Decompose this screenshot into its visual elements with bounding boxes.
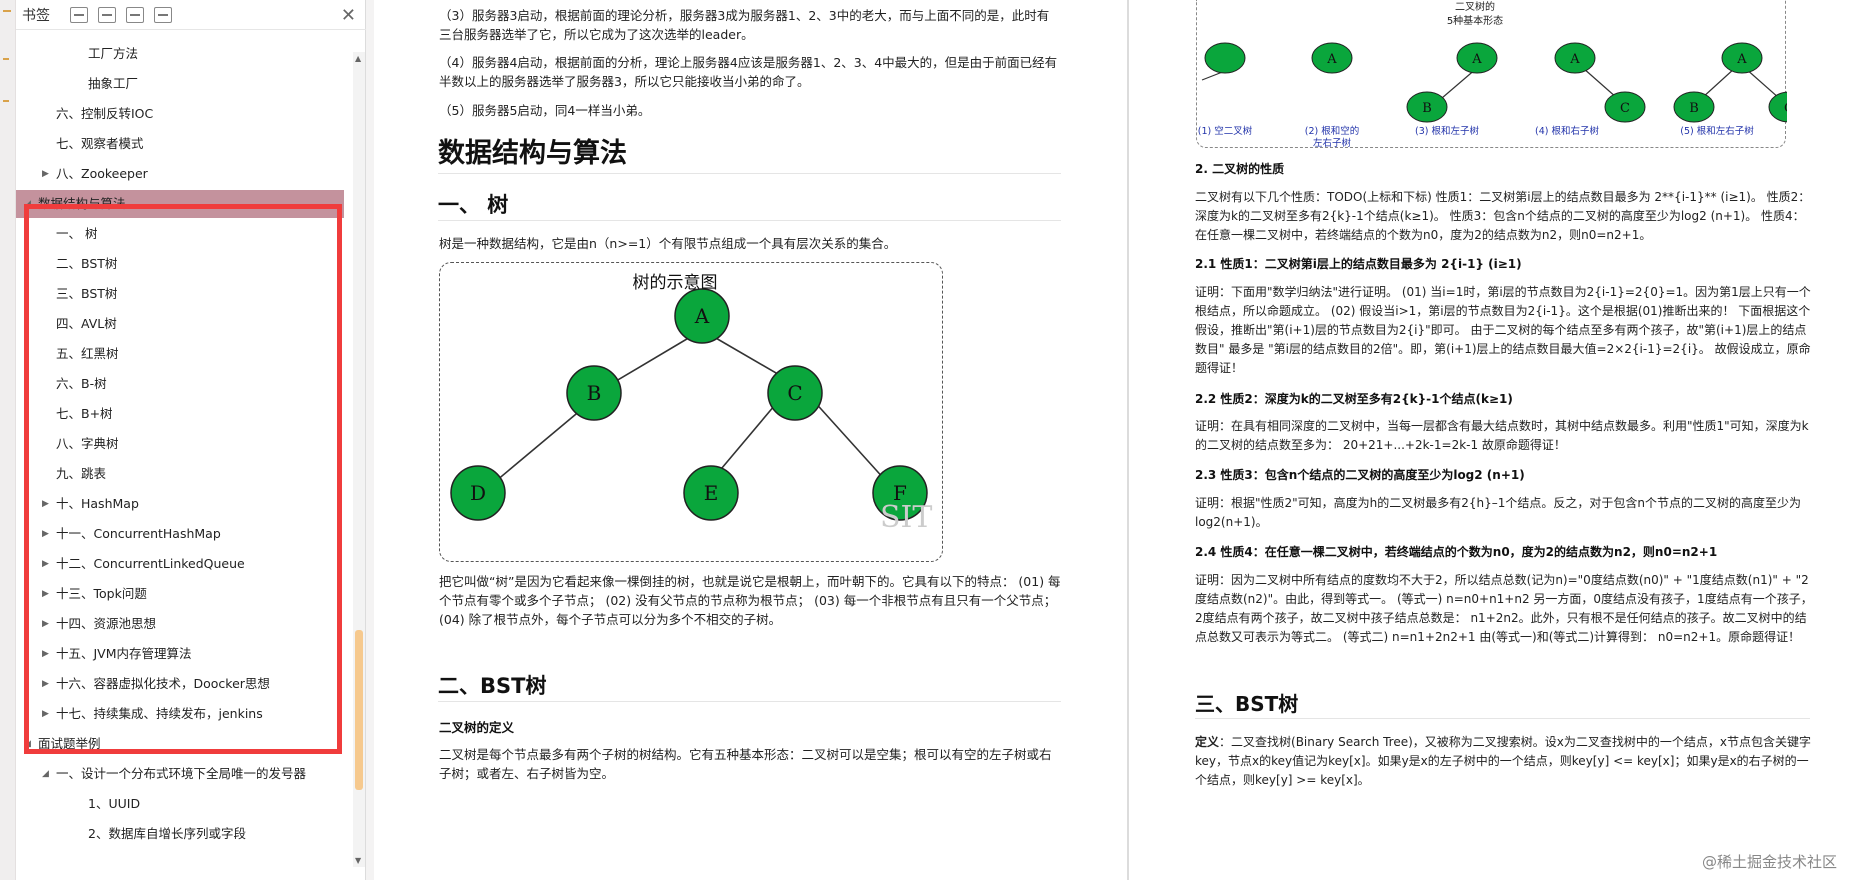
bookmark-label: 2、数据库自增长序列或字段: [88, 826, 246, 841]
strip-mark: [3, 10, 11, 12]
form-caption: 左右子树: [1313, 137, 1352, 148]
paragraph-server4: （4）服务器4启动，根据前面的分析，理论上服务器4应该是服务器1、2、3、4中最…: [439, 55, 1058, 89]
figure-watermark: SIT: [880, 500, 932, 535]
bookmark-item[interactable]: 2、数据库自增长序列或字段: [16, 820, 344, 848]
collapse-all-icon[interactable]: [70, 6, 88, 23]
bst-definition-label: 定义: [1195, 735, 1220, 749]
paragraph-tree-description: 把它叫做“树”是因为它看起来像一棵倒挂的树，也就是说它是根朝上，而叶朝下的。它具…: [439, 574, 1061, 627]
bookmark-label: 工厂方法: [88, 46, 139, 61]
paragraph-bst-definition: 定义：二叉查找树(Binary Search Tree)，又被称为二叉搜索树。设…: [1195, 733, 1813, 790]
panel-header: 书签 ✕: [16, 0, 366, 30]
tree-node-label: A: [1736, 52, 1747, 67]
tree-node-label: A: [1569, 52, 1580, 67]
bookmark-label: 1、UUID: [88, 796, 141, 811]
bookmark-options-icon[interactable]: [154, 6, 172, 23]
paragraph-tree-definition: 树是一种数据结构，它是由n（n>=1）个有限节点组成一个具有层次关系的集合。: [439, 236, 897, 251]
paragraph-property-3: 证明：根据"性质2"可知，高度为h的二叉树最多有2{h}–1个结点。反之，对于包…: [1195, 496, 1802, 529]
heading-bst: 二、BST树: [438, 674, 547, 698]
tree-node-label: A: [1471, 52, 1482, 67]
bookmark-item[interactable]: 1、UUID: [16, 790, 344, 818]
tree-edge: [1701, 67, 1736, 99]
bookmark-label: 七、观察者模式: [56, 136, 144, 151]
site-watermark: @稀土掘金技术社区: [1701, 853, 1837, 871]
bookmark-label: 六、控制反转IOC: [56, 106, 154, 121]
strip-mark: [3, 58, 9, 60]
tree-node: [1204, 42, 1246, 74]
highlight-box: [24, 204, 342, 754]
forms-title-line2: 5种基本形态: [1447, 14, 1503, 27]
tree-diagram: 树的示意图 ABCDEF SIT: [439, 262, 943, 562]
panel-scrollbar[interactable]: ▲ ▼: [353, 52, 365, 867]
expand-arrow-icon[interactable]: ▶: [42, 160, 49, 188]
heading-rule: [438, 173, 1061, 174]
heading-binary-tree-definition: 二叉树的定义: [439, 720, 515, 735]
paragraph-binary-tree-definition: 二叉树是每个节点最多有两个子树的树结构。它有五种基本形态：二叉树可以是空集；根可…: [439, 747, 1052, 781]
tree-node-label: C: [1784, 101, 1787, 116]
heading-rule: [438, 701, 1061, 702]
heading-property-2: 2.2 性质2：深度为k的二叉树至多有2{k}-1个结点(k≥1): [1195, 392, 1513, 406]
tree-edge: [811, 398, 887, 482]
paragraph-property-4: 证明：因为二叉树中所有结点的度数均不大于2，所以结点总数(记为n)="0度结点数…: [1195, 573, 1813, 644]
form-caption: (5) 根和左右子树: [1680, 125, 1754, 137]
tree-diagram-svg: 树的示意图 AB CD E F SIT: [450, 273, 932, 535]
form-caption: (1) 空二叉树: [1198, 125, 1253, 137]
binary-tree-forms-svg: 二叉树的 5种基本形态 A A B A C A B C (1) 空二叉树 (2) 根和空的左右子…: [1198, 0, 1810, 149]
heading-rule: [438, 220, 1061, 221]
tree-node-label: B: [1422, 101, 1432, 116]
form-caption: (2) 根和空的: [1305, 125, 1359, 137]
heading-property-4: 2.4 性质4：在任意一棵二叉树中，若终端结点的个数为n0，度为2的结点数为n2…: [1195, 545, 1718, 559]
heading-dsa: 数据结构与算法: [438, 138, 627, 169]
scrollbar-thumb[interactable]: [355, 630, 363, 790]
strip-mark: [3, 100, 9, 102]
expand-all-icon[interactable]: [98, 6, 116, 23]
close-icon[interactable]: ✕: [341, 5, 356, 26]
bookmark-label: 八、Zookeeper: [56, 166, 148, 181]
activity-strip: [0, 0, 16, 880]
scroll-up-icon[interactable]: ▲: [355, 54, 361, 63]
paragraph-server5: （5）服务器5启动，同4一样当小弟。: [439, 103, 651, 118]
forms-title-line1: 二叉树的: [1455, 0, 1495, 13]
tree-node-label: C: [1620, 101, 1630, 116]
bookmark-item[interactable]: 六、控制反转IOC: [16, 100, 344, 128]
binary-tree-forms-diagram: 二叉树的 5种基本形态 A A B A C A B C (1) 空二叉树 (2) 根和空的左右子…: [1196, 0, 1810, 149]
form-caption: (4) 根和右子树: [1535, 125, 1599, 137]
paragraph-property-2: 证明：在具有相同深度的二叉树中，当每一层都含有最大结点数时，其树中结点数最多。利…: [1195, 419, 1809, 452]
heading-rule: [1195, 718, 1810, 719]
heading-bst-3: 三、BST树: [1195, 692, 1299, 716]
tree-edge: [1744, 67, 1780, 99]
paragraph-server3: （3）服务器3启动，根据前面的理论分析，服务器3成为服务器1、2、3中的老大，而…: [439, 8, 1050, 42]
heading-property-1: 2.1 性质1：二叉树第i层上的结点数目最多为 2{i-1} (i≥1): [1195, 257, 1522, 271]
bookmark-item[interactable]: ▶ 八、Zookeeper: [16, 160, 344, 188]
bookmark-label: 抽象工厂: [88, 76, 139, 91]
bookmark-item[interactable]: 抽象工厂: [16, 70, 344, 98]
bookmark-item[interactable]: 工厂方法: [16, 40, 344, 68]
bookmark-label: 一、设计一个分布式环境下全局唯一的发号器: [56, 766, 307, 781]
paragraph-property-1: 证明：下面用"数学归纳法"进行证明。 (01) 当i=1时，第i层的节点数目为2…: [1195, 285, 1811, 375]
tree-edge: [1582, 67, 1618, 99]
scroll-down-icon[interactable]: ▼: [355, 856, 361, 865]
tree-node-label: B: [587, 381, 602, 405]
bookmark-item[interactable]: ◢ 一、设计一个分布式环境下全局唯一的发号器: [16, 760, 344, 788]
heading-binary-tree-properties: 2. 二叉树的性质: [1195, 162, 1285, 176]
bookmark-item[interactable]: 七、观察者模式: [16, 130, 344, 158]
paragraph-binary-tree-properties: 二叉树有以下几个性质：TODO(上标和下标) 性质1：二叉树第i层上的结点数目最…: [1195, 190, 1811, 242]
add-bookmark-icon[interactable]: [126, 6, 144, 23]
form-caption: (3) 根和左子树: [1415, 125, 1479, 137]
heading-tree: 一、 树: [438, 193, 509, 217]
tree-node-label: A: [1326, 52, 1337, 67]
bst-definition-text: ：二叉查找树(Binary Search Tree)，又被称为二叉搜索树。设x为…: [1195, 735, 1812, 787]
heading-property-3: 2.3 性质3：包含n个结点的二叉树的高度至少为log2 (n+1): [1195, 468, 1525, 482]
tree-node-label: C: [787, 381, 802, 405]
tree-node-label: A: [694, 304, 710, 328]
tree-node-label: B: [1689, 101, 1699, 116]
tree-node-label: D: [470, 481, 486, 505]
collapse-arrow-icon[interactable]: ◢: [42, 760, 49, 788]
panel-title: 书签: [22, 7, 50, 24]
tree-node-label: E: [704, 481, 719, 505]
